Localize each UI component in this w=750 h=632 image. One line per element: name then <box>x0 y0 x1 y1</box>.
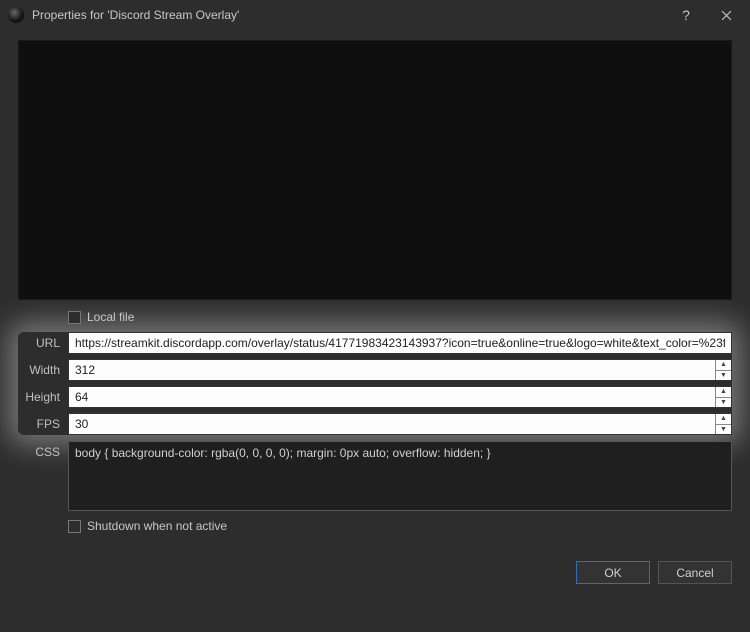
help-button[interactable]: ? <box>666 0 706 30</box>
height-input[interactable] <box>69 387 715 407</box>
fps-spinner[interactable]: ▲ ▼ <box>715 414 731 434</box>
local-file-row: Local file <box>68 310 732 324</box>
url-row: URL <box>18 332 732 354</box>
app-icon <box>8 7 24 23</box>
local-file-label: Local file <box>87 310 134 324</box>
close-icon <box>721 10 732 21</box>
css-row: CSS <box>18 441 732 511</box>
shutdown-checkbox[interactable] <box>68 520 81 533</box>
css-textarea[interactable] <box>68 441 732 511</box>
height-row: Height ▲ ▼ <box>18 386 732 408</box>
fps-label: FPS <box>18 417 64 431</box>
width-input[interactable] <box>69 360 715 380</box>
titlebar: Properties for 'Discord Stream Overlay' … <box>0 0 750 30</box>
ok-button[interactable]: OK <box>576 561 650 584</box>
width-label: Width <box>18 363 64 377</box>
height-spinbox[interactable]: ▲ ▼ <box>68 386 732 408</box>
chevron-up-icon: ▲ <box>716 387 731 397</box>
close-button[interactable] <box>706 0 746 30</box>
height-label: Height <box>18 390 64 404</box>
chevron-up-icon: ▲ <box>716 414 731 424</box>
css-label: CSS <box>18 441 64 459</box>
window-title: Properties for 'Discord Stream Overlay' <box>32 8 666 22</box>
url-label: URL <box>18 336 64 350</box>
fps-input[interactable] <box>69 414 715 434</box>
cancel-button[interactable]: Cancel <box>658 561 732 584</box>
local-file-checkbox[interactable] <box>68 311 81 324</box>
shutdown-label: Shutdown when not active <box>87 519 227 533</box>
highlighted-fields: URL Width ▲ ▼ Height <box>18 332 732 435</box>
url-input[interactable] <box>68 332 732 354</box>
fps-spinbox[interactable]: ▲ ▼ <box>68 413 732 435</box>
shutdown-row: Shutdown when not active <box>68 519 732 533</box>
dialog-buttons: OK Cancel <box>0 551 750 600</box>
width-spinbox[interactable]: ▲ ▼ <box>68 359 732 381</box>
width-spinner[interactable]: ▲ ▼ <box>715 360 731 380</box>
chevron-down-icon: ▼ <box>716 424 731 435</box>
question-icon: ? <box>682 7 690 23</box>
height-spinner[interactable]: ▲ ▼ <box>715 387 731 407</box>
chevron-down-icon: ▼ <box>716 397 731 408</box>
width-row: Width ▲ ▼ <box>18 359 732 381</box>
source-preview <box>18 40 732 300</box>
fps-row: FPS ▲ ▼ <box>18 413 732 435</box>
chevron-up-icon: ▲ <box>716 360 731 370</box>
chevron-down-icon: ▼ <box>716 370 731 381</box>
